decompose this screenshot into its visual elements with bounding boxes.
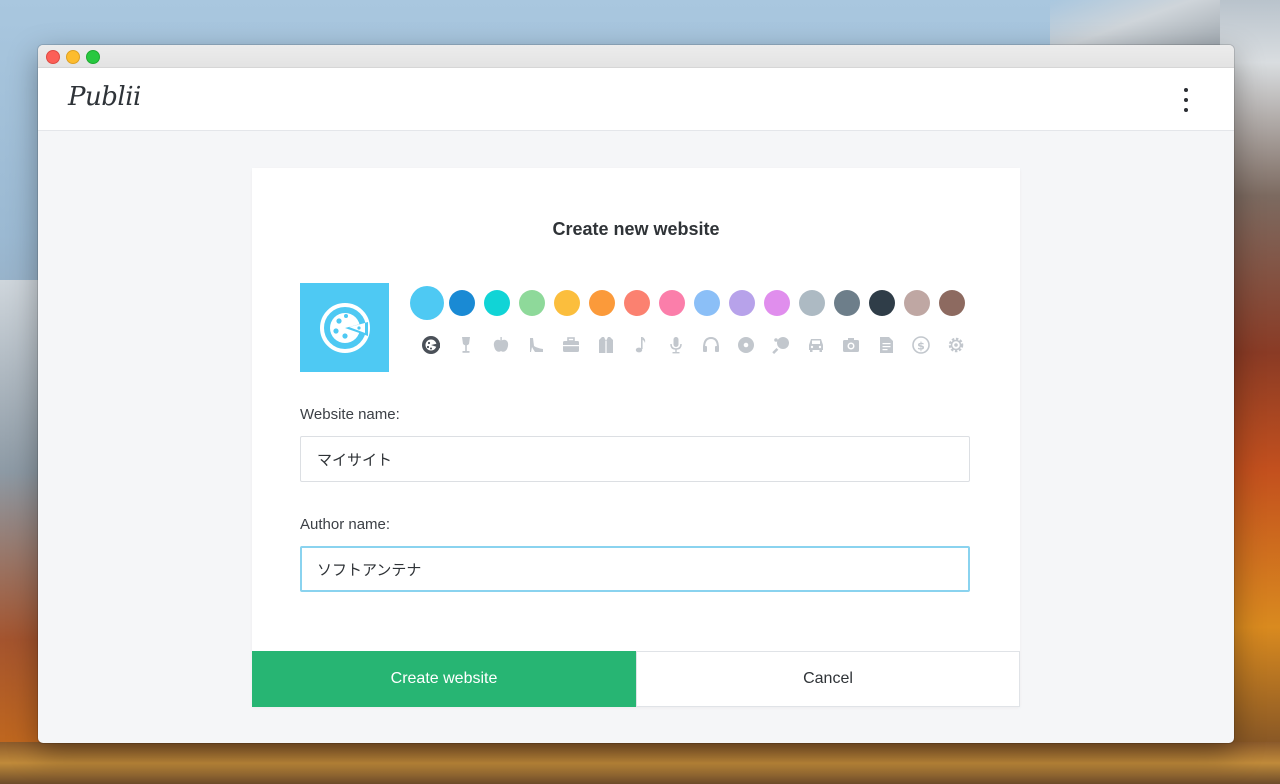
ping-pong-icon[interactable]	[768, 334, 794, 356]
pizza-preview-icon	[319, 302, 370, 353]
wine-glass-icon[interactable]	[453, 334, 479, 356]
create-website-button[interactable]: Create website	[252, 651, 636, 707]
desktop-wallpaper-ground	[0, 742, 1280, 784]
color-swatch[interactable]	[554, 290, 580, 316]
author-name-input[interactable]	[300, 546, 970, 592]
website-icon-preview	[300, 283, 389, 372]
high-heel-icon[interactable]	[523, 334, 549, 356]
app-header: Publii	[38, 68, 1234, 131]
color-palette	[410, 286, 974, 320]
apple-icon[interactable]	[488, 334, 514, 356]
gear-icon[interactable]	[943, 334, 969, 356]
music-note-icon[interactable]	[628, 334, 654, 356]
color-swatch[interactable]	[834, 290, 860, 316]
dollar-icon[interactable]: $	[908, 334, 934, 356]
document-icon[interactable]	[873, 334, 899, 356]
dialog-title: Create new website	[552, 219, 720, 239]
color-swatch[interactable]	[519, 290, 545, 316]
icon-palette: $	[418, 334, 978, 356]
color-swatch[interactable]	[904, 290, 930, 316]
color-swatch[interactable]	[694, 290, 720, 316]
main-content: Create new website $ Website name: マイサイト…	[38, 131, 1234, 743]
website-name-label: Website name:	[300, 406, 400, 423]
briefcase-icon[interactable]	[558, 334, 584, 356]
dialog-actions: Create website Cancel	[252, 651, 1020, 707]
microphone-icon[interactable]	[663, 334, 689, 356]
color-swatch[interactable]	[449, 290, 475, 316]
color-swatch[interactable]	[799, 290, 825, 316]
publii-logo: Publii	[68, 82, 141, 112]
shirt-icon[interactable]	[593, 334, 619, 356]
more-options-icon[interactable]	[1182, 88, 1190, 112]
svg-text:$: $	[917, 340, 925, 353]
disc-icon[interactable]	[733, 334, 759, 356]
color-swatch[interactable]	[729, 290, 755, 316]
color-swatch[interactable]	[659, 290, 685, 316]
headphones-icon[interactable]	[698, 334, 724, 356]
color-swatch[interactable]	[869, 290, 895, 316]
color-swatch[interactable]	[624, 290, 650, 316]
car-icon[interactable]	[803, 334, 829, 356]
window-maximize-button[interactable]	[86, 50, 100, 64]
camera-icon[interactable]	[838, 334, 864, 356]
window-close-button[interactable]	[46, 50, 60, 64]
author-name-label: Author name:	[300, 516, 391, 533]
color-swatch[interactable]	[410, 286, 444, 320]
app-window: Publii Create new website $ Website name…	[38, 45, 1234, 743]
window-minimize-button[interactable]	[66, 50, 80, 64]
pizza-icon[interactable]	[418, 334, 444, 356]
cancel-button[interactable]: Cancel	[636, 651, 1020, 707]
color-swatch[interactable]	[589, 290, 615, 316]
color-swatch[interactable]	[764, 290, 790, 316]
color-swatch[interactable]	[484, 290, 510, 316]
window-titlebar	[38, 45, 1234, 68]
create-website-dialog: Create new website $ Website name: マイサイト…	[252, 168, 1020, 707]
website-name-input[interactable]	[300, 436, 970, 482]
color-swatch[interactable]	[939, 290, 965, 316]
